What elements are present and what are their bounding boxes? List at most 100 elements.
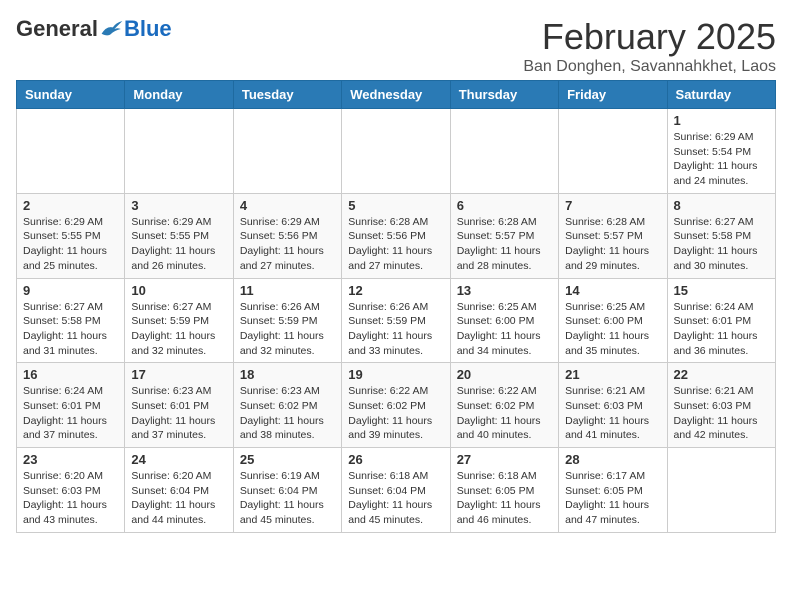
day-number: 28 [565, 452, 660, 467]
calendar-cell: 11 Sunrise: 6:26 AM Sunset: 5:59 PM Dayli… [233, 278, 341, 363]
weekday-header: Monday [125, 81, 233, 109]
day-number: 25 [240, 452, 335, 467]
day-info: Sunrise: 6:21 AM Sunset: 6:03 PM Dayligh… [565, 384, 660, 443]
day-info: Sunrise: 6:18 AM Sunset: 6:04 PM Dayligh… [348, 469, 443, 528]
calendar-cell: 9 Sunrise: 6:27 AM Sunset: 5:58 PM Daylig… [17, 278, 125, 363]
calendar-body: 1Sunrise: 6:29 AM Sunset: 5:54 PM Daylig… [17, 109, 776, 533]
calendar-cell [559, 109, 667, 194]
calendar-cell: 19Sunrise: 6:22 AM Sunset: 6:02 PM Dayli… [342, 363, 450, 448]
logo-blue-text: Blue [124, 16, 172, 42]
day-number: 15 [674, 283, 769, 298]
day-number: 21 [565, 367, 660, 382]
calendar-cell: 20 Sunrise: 6:22 AM Sunset: 6:02 PM Dayli… [450, 363, 558, 448]
logo-bird-icon [100, 19, 124, 39]
calendar-cell [667, 448, 775, 533]
calendar-cell: 28 Sunrise: 6:17 AM Sunset: 6:05 PM Dayli… [559, 448, 667, 533]
day-info: Sunrise: 6:22 AM Sunset: 6:02 PM Dayligh… [457, 384, 552, 443]
day-info: Sunrise: 6:21 AM Sunset: 6:03 PM Dayligh… [674, 384, 769, 443]
calendar-cell: 12Sunrise: 6:26 AM Sunset: 5:59 PM Dayli… [342, 278, 450, 363]
calendar-cell [342, 109, 450, 194]
weekday-header: Saturday [667, 81, 775, 109]
calendar-cell: 26Sunrise: 6:18 AM Sunset: 6:04 PM Dayli… [342, 448, 450, 533]
calendar-cell: 15 Sunrise: 6:24 AM Sunset: 6:01 PM Dayli… [667, 278, 775, 363]
day-info: Sunrise: 6:28 AM Sunset: 5:57 PM Dayligh… [565, 215, 660, 274]
day-number: 23 [23, 452, 118, 467]
calendar-cell: 25 Sunrise: 6:19 AM Sunset: 6:04 PM Dayli… [233, 448, 341, 533]
day-info: Sunrise: 6:25 AM Sunset: 6:00 PM Dayligh… [457, 300, 552, 359]
logo-general-text: General [16, 16, 98, 42]
day-info: Sunrise: 6:26 AM Sunset: 5:59 PM Dayligh… [240, 300, 335, 359]
calendar-cell: 4 Sunrise: 6:29 AM Sunset: 5:56 PM Daylig… [233, 193, 341, 278]
day-info: Sunrise: 6:27 AM Sunset: 5:58 PM Dayligh… [23, 300, 118, 359]
day-info: Sunrise: 6:17 AM Sunset: 6:05 PM Dayligh… [565, 469, 660, 528]
day-info: Sunrise: 6:20 AM Sunset: 6:04 PM Dayligh… [131, 469, 226, 528]
day-info: Sunrise: 6:24 AM Sunset: 6:01 PM Dayligh… [674, 300, 769, 359]
day-number: 19 [348, 367, 443, 382]
location-title: Ban Donghen, Savannahkhet, Laos [523, 58, 776, 76]
day-number: 4 [240, 198, 335, 213]
calendar-cell: 13Sunrise: 6:25 AM Sunset: 6:00 PM Dayli… [450, 278, 558, 363]
day-number: 14 [565, 283, 660, 298]
calendar-cell: 21 Sunrise: 6:21 AM Sunset: 6:03 PM Dayli… [559, 363, 667, 448]
calendar-cell [233, 109, 341, 194]
day-number: 1 [674, 113, 769, 128]
calendar-week-row: 16 Sunrise: 6:24 AM Sunset: 6:01 PM Dayli… [17, 363, 776, 448]
weekday-header: Thursday [450, 81, 558, 109]
calendar-cell: 10 Sunrise: 6:27 AM Sunset: 5:59 PM Dayli… [125, 278, 233, 363]
calendar-cell: 17 Sunrise: 6:23 AM Sunset: 6:01 PM Dayli… [125, 363, 233, 448]
calendar-week-row: 1Sunrise: 6:29 AM Sunset: 5:54 PM Daylig… [17, 109, 776, 194]
day-number: 5 [348, 198, 443, 213]
calendar-cell: 16 Sunrise: 6:24 AM Sunset: 6:01 PM Dayli… [17, 363, 125, 448]
day-info: Sunrise: 6:23 AM Sunset: 6:02 PM Dayligh… [240, 384, 335, 443]
day-info: Sunrise: 6:18 AM Sunset: 6:05 PM Dayligh… [457, 469, 552, 528]
weekday-header: Tuesday [233, 81, 341, 109]
logo: General Blue [16, 16, 172, 42]
day-number: 7 [565, 198, 660, 213]
title-area: February 2025 Ban Donghen, Savannahkhet,… [523, 16, 776, 76]
calendar-cell: 1Sunrise: 6:29 AM Sunset: 5:54 PM Daylig… [667, 109, 775, 194]
day-number: 10 [131, 283, 226, 298]
calendar-cell: 7 Sunrise: 6:28 AM Sunset: 5:57 PM Daylig… [559, 193, 667, 278]
day-number: 20 [457, 367, 552, 382]
day-number: 18 [240, 367, 335, 382]
day-info: Sunrise: 6:28 AM Sunset: 5:57 PM Dayligh… [457, 215, 552, 274]
calendar-cell: 5 Sunrise: 6:28 AM Sunset: 5:56 PM Daylig… [342, 193, 450, 278]
day-number: 6 [457, 198, 552, 213]
calendar-cell: 3Sunrise: 6:29 AM Sunset: 5:55 PM Daylig… [125, 193, 233, 278]
calendar-cell: 22 Sunrise: 6:21 AM Sunset: 6:03 PM Dayli… [667, 363, 775, 448]
day-number: 2 [23, 198, 118, 213]
day-info: Sunrise: 6:20 AM Sunset: 6:03 PM Dayligh… [23, 469, 118, 528]
day-number: 27 [457, 452, 552, 467]
calendar-cell [450, 109, 558, 194]
day-number: 11 [240, 283, 335, 298]
calendar-week-row: 23 Sunrise: 6:20 AM Sunset: 6:03 PM Dayli… [17, 448, 776, 533]
day-info: Sunrise: 6:29 AM Sunset: 5:56 PM Dayligh… [240, 215, 335, 274]
day-number: 17 [131, 367, 226, 382]
calendar-cell: 27 Sunrise: 6:18 AM Sunset: 6:05 PM Dayli… [450, 448, 558, 533]
calendar-cell: 8Sunrise: 6:27 AM Sunset: 5:58 PM Daylig… [667, 193, 775, 278]
calendar-cell: 2 Sunrise: 6:29 AM Sunset: 5:55 PM Daylig… [17, 193, 125, 278]
day-info: Sunrise: 6:23 AM Sunset: 6:01 PM Dayligh… [131, 384, 226, 443]
day-info: Sunrise: 6:25 AM Sunset: 6:00 PM Dayligh… [565, 300, 660, 359]
day-info: Sunrise: 6:28 AM Sunset: 5:56 PM Dayligh… [348, 215, 443, 274]
day-info: Sunrise: 6:27 AM Sunset: 5:59 PM Dayligh… [131, 300, 226, 359]
day-info: Sunrise: 6:29 AM Sunset: 5:55 PM Dayligh… [131, 215, 226, 274]
day-info: Sunrise: 6:24 AM Sunset: 6:01 PM Dayligh… [23, 384, 118, 443]
page-header: General Blue February 2025 Ban Donghen, … [16, 16, 776, 76]
calendar-cell: 14 Sunrise: 6:25 AM Sunset: 6:00 PM Dayli… [559, 278, 667, 363]
day-info: Sunrise: 6:19 AM Sunset: 6:04 PM Dayligh… [240, 469, 335, 528]
calendar-cell [125, 109, 233, 194]
day-info: Sunrise: 6:29 AM Sunset: 5:55 PM Dayligh… [23, 215, 118, 274]
month-title: February 2025 [523, 16, 776, 58]
calendar-cell [17, 109, 125, 194]
calendar-cell: 24Sunrise: 6:20 AM Sunset: 6:04 PM Dayli… [125, 448, 233, 533]
day-number: 22 [674, 367, 769, 382]
day-info: Sunrise: 6:26 AM Sunset: 5:59 PM Dayligh… [348, 300, 443, 359]
day-number: 16 [23, 367, 118, 382]
day-number: 8 [674, 198, 769, 213]
calendar-week-row: 2 Sunrise: 6:29 AM Sunset: 5:55 PM Daylig… [17, 193, 776, 278]
weekday-header: Wednesday [342, 81, 450, 109]
calendar-cell: 23 Sunrise: 6:20 AM Sunset: 6:03 PM Dayli… [17, 448, 125, 533]
weekday-header: Sunday [17, 81, 125, 109]
day-number: 9 [23, 283, 118, 298]
